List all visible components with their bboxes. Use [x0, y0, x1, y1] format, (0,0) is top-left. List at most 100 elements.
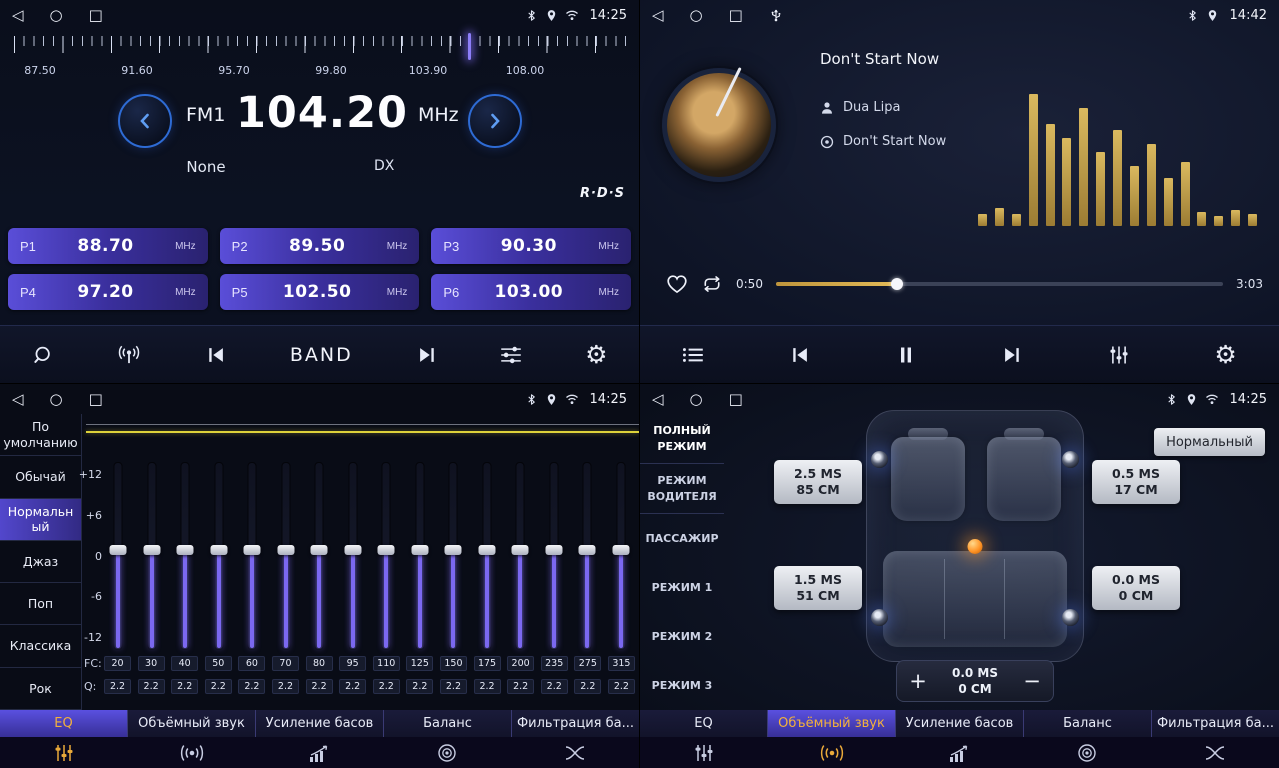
preset-button[interactable]: P3 90.30 MHz — [431, 228, 631, 264]
band-button[interactable]: BAND — [290, 344, 353, 366]
audio-tab[interactable]: EQ — [0, 710, 128, 737]
audio-tab[interactable]: Фильтрация ба... — [1152, 710, 1279, 737]
slider-handle[interactable] — [110, 545, 127, 555]
eq-band-slider[interactable] — [272, 462, 300, 650]
audio-tab[interactable]: Объёмный звук — [768, 710, 896, 737]
slider-handle[interactable] — [512, 545, 529, 555]
back-button[interactable]: ◁ — [12, 390, 24, 408]
eq-band-slider[interactable] — [305, 462, 333, 650]
listening-mode-item[interactable]: РЕЖИМ 3 — [640, 661, 724, 710]
eq-preset-item[interactable]: Классика — [0, 625, 81, 667]
back-button[interactable]: ◁ — [652, 6, 664, 24]
bass-boost-icon[interactable] — [256, 737, 384, 768]
audio-tab[interactable]: Усиление басов — [256, 710, 384, 737]
scan-button[interactable] — [31, 345, 53, 365]
slider-handle[interactable] — [244, 545, 261, 555]
eq-band-slider[interactable] — [339, 462, 367, 650]
pause-button[interactable] — [895, 345, 917, 365]
audio-tab[interactable]: Баланс — [1024, 710, 1152, 737]
eq-band-slider[interactable] — [573, 462, 601, 650]
bass-boost-icon[interactable] — [896, 737, 1024, 768]
back-button[interactable]: ◁ — [652, 390, 664, 408]
tune-down-button[interactable] — [118, 94, 172, 148]
eq-band-slider[interactable] — [238, 462, 266, 650]
eq-band-slider[interactable] — [473, 462, 501, 650]
eq-band-slider[interactable] — [205, 462, 233, 650]
preset-button[interactable]: P5 102.50 MHz — [220, 274, 420, 310]
eq-sliders-icon[interactable] — [640, 737, 768, 768]
back-button[interactable]: ◁ — [12, 6, 24, 24]
playlist-icon[interactable] — [682, 345, 704, 365]
filter-icon[interactable] — [511, 737, 639, 768]
preset-button[interactable]: P2 89.50 MHz — [220, 228, 420, 264]
slider-handle[interactable] — [143, 545, 160, 555]
slider-handle[interactable] — [579, 545, 596, 555]
audio-tab[interactable]: Усиление басов — [896, 710, 1024, 737]
eq-band-slider[interactable] — [171, 462, 199, 650]
preset-button[interactable]: P1 88.70 MHz — [8, 228, 208, 264]
eq-band-slider[interactable] — [104, 462, 132, 650]
eq-preset-item[interactable]: Нормальный — [0, 499, 81, 541]
passenger-seat[interactable] — [987, 437, 1061, 521]
home-button[interactable]: ○ — [50, 390, 63, 408]
eq-band-slider[interactable] — [138, 462, 166, 650]
filter-icon[interactable] — [1151, 737, 1279, 768]
balance-icon[interactable] — [1023, 737, 1151, 768]
next-station-button[interactable] — [416, 345, 438, 365]
eq-preset-badge[interactable]: Нормальный — [1154, 428, 1265, 456]
recents-button[interactable]: □ — [729, 6, 743, 24]
slider-handle[interactable] — [478, 545, 495, 555]
slider-handle[interactable] — [277, 545, 294, 555]
slider-handle[interactable] — [545, 545, 562, 555]
eq-preset-item[interactable]: Джаз — [0, 541, 81, 583]
eq-preset-item[interactable]: Поп — [0, 583, 81, 625]
balance-icon[interactable] — [383, 737, 511, 768]
audio-tab[interactable]: Баланс — [384, 710, 512, 737]
equalizer-settings-icon[interactable] — [500, 345, 522, 365]
favorite-icon[interactable] — [666, 274, 688, 294]
repeat-icon[interactable] — [701, 274, 723, 294]
rear-bench-seat[interactable] — [883, 551, 1067, 647]
slider-handle[interactable] — [612, 545, 629, 555]
listening-mode-item[interactable]: ПОЛНЫЙ РЕЖИМ — [640, 414, 724, 464]
slider-handle[interactable] — [177, 545, 194, 555]
eq-band-slider[interactable] — [506, 462, 534, 650]
listening-mode-item[interactable]: ПАССАЖИР — [640, 514, 724, 563]
eq-band-slider[interactable] — [372, 462, 400, 650]
home-button[interactable]: ○ — [690, 390, 703, 408]
tune-up-button[interactable] — [468, 94, 522, 148]
audio-tab[interactable]: Объёмный звук — [128, 710, 256, 737]
broadcast-icon[interactable] — [116, 345, 142, 365]
listening-mode-item[interactable]: РЕЖИМ 2 — [640, 612, 724, 661]
listening-mode-item[interactable]: РЕЖИМ 1 — [640, 563, 724, 612]
home-button[interactable]: ○ — [50, 6, 63, 24]
recents-button[interactable]: □ — [89, 390, 103, 408]
audio-tab[interactable]: EQ — [640, 710, 768, 737]
previous-station-button[interactable] — [205, 345, 227, 365]
eq-band-slider[interactable] — [540, 462, 568, 650]
slider-handle[interactable] — [210, 545, 227, 555]
slider-handle[interactable] — [378, 545, 395, 555]
preset-button[interactable]: P6 103.00 MHz — [431, 274, 631, 310]
recents-button[interactable]: □ — [729, 390, 743, 408]
audio-tab[interactable]: Фильтрация ба... — [512, 710, 639, 737]
decrease-button[interactable]: − — [1023, 671, 1041, 692]
eq-sliders-icon[interactable] — [0, 737, 128, 768]
frequency-ruler[interactable] — [14, 36, 631, 60]
eq-preset-item[interactable]: Обычай — [0, 456, 81, 498]
listening-position-dot[interactable] — [968, 539, 983, 554]
listening-mode-item[interactable]: РЕЖИМ ВОДИТЕЛЯ — [640, 464, 724, 514]
eq-band-slider[interactable] — [406, 462, 434, 650]
mixer-icon[interactable] — [1108, 345, 1130, 365]
slider-handle[interactable] — [445, 545, 462, 555]
next-track-button[interactable] — [1001, 345, 1023, 365]
increase-button[interactable]: + — [909, 671, 927, 692]
eq-preset-item[interactable]: Рок — [0, 668, 81, 710]
surround-icon[interactable] — [768, 737, 896, 768]
settings-gear-icon[interactable]: ⚙ — [1214, 342, 1236, 367]
slider-handle[interactable] — [344, 545, 361, 555]
eq-band-slider[interactable] — [607, 462, 635, 650]
driver-seat[interactable] — [891, 437, 965, 521]
recents-button[interactable]: □ — [89, 6, 103, 24]
seek-handle[interactable] — [891, 278, 903, 290]
